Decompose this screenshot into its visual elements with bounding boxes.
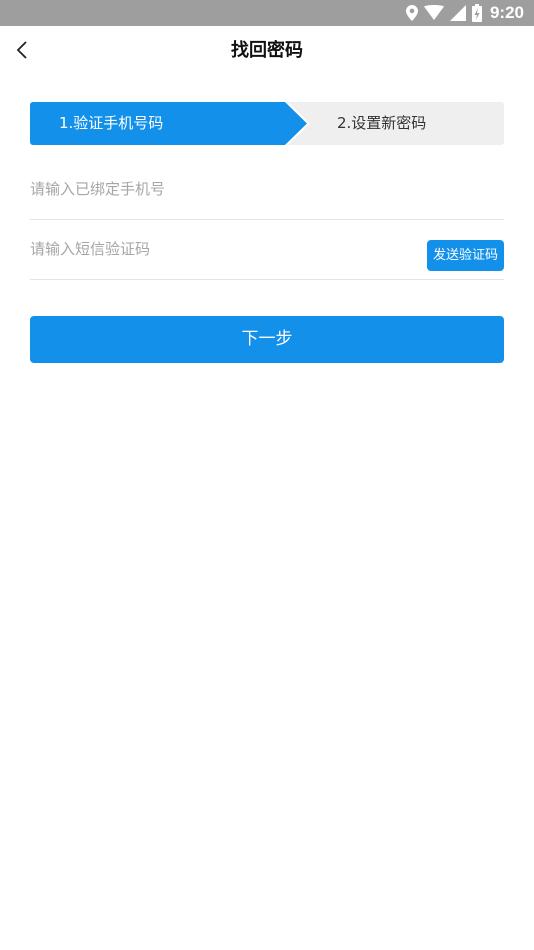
wifi-icon <box>423 5 444 21</box>
signal-icon <box>449 5 466 21</box>
send-code-button[interactable]: 发送验证码 <box>427 240 504 271</box>
status-time: 9:20 <box>489 3 524 22</box>
location-icon <box>405 5 418 21</box>
step-indicator: 1.验证手机号码 2.设置新密码 <box>30 102 504 145</box>
sms-code-field: 发送验证码 <box>30 220 504 280</box>
step-2-set-password: 2.设置新密码 <box>337 114 427 132</box>
phone-field <box>30 160 504 220</box>
page-title: 找回密码 <box>231 40 303 61</box>
sms-code-input[interactable] <box>30 220 410 278</box>
status-bar: 9:20 <box>0 0 534 26</box>
battery-charging-icon <box>471 4 482 22</box>
step-1-verify-phone: 1.验证手机号码 <box>30 102 286 145</box>
step-arrow-icon <box>284 102 310 145</box>
phone-input[interactable] <box>30 160 410 218</box>
next-step-button[interactable]: 下一步 <box>30 316 504 363</box>
